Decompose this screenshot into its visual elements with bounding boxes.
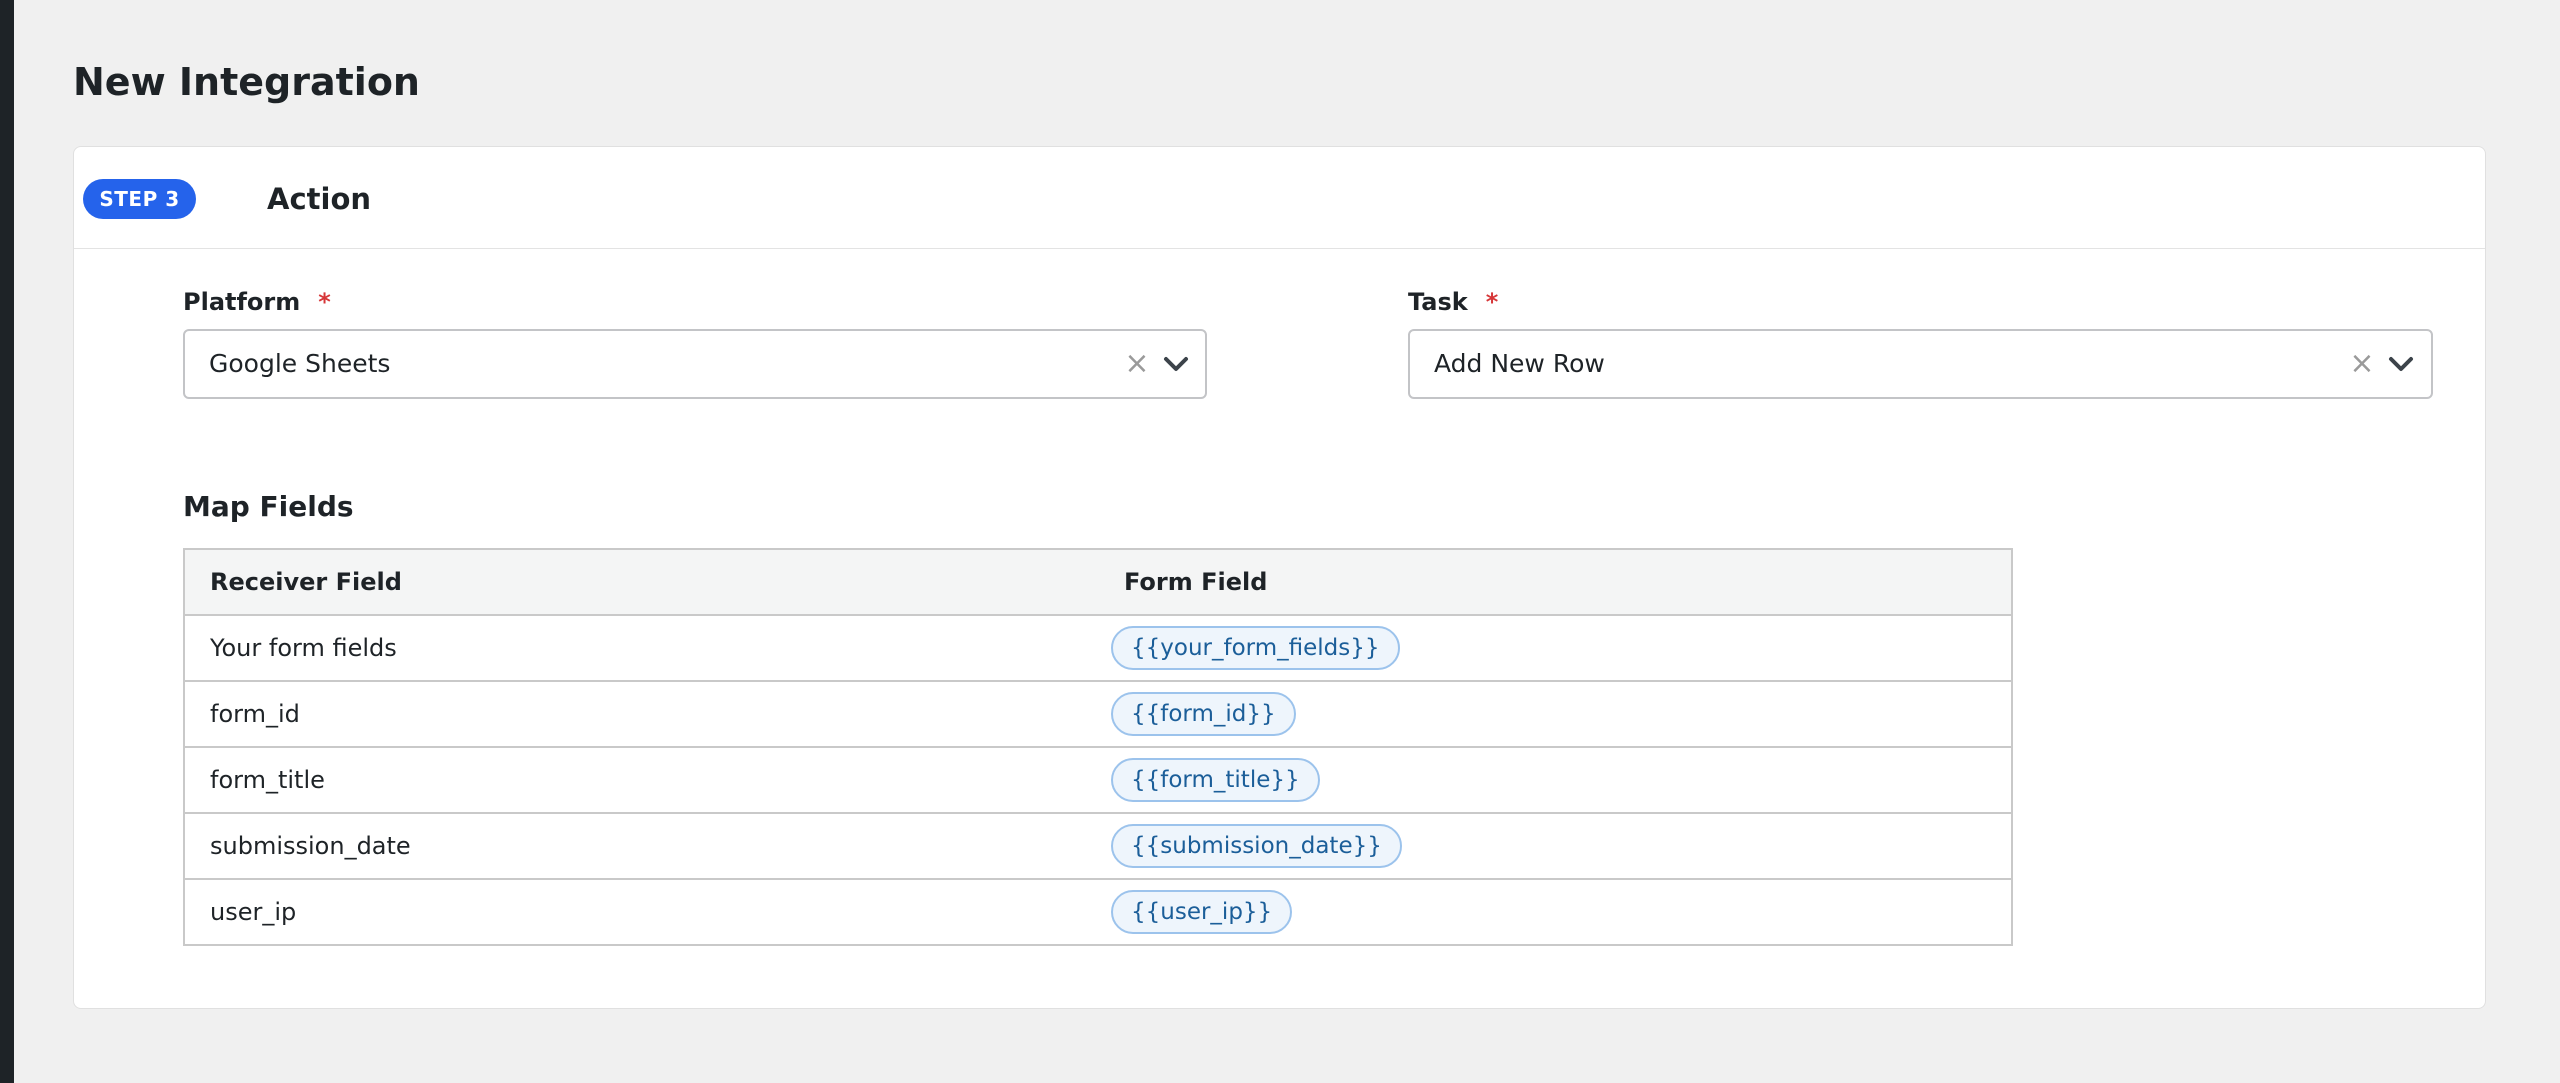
receiver-field-cell: submission_date	[183, 812, 1099, 880]
receiver-field-cell: form_title	[183, 746, 1099, 814]
task-chevron-down-icon[interactable]	[2386, 351, 2416, 377]
table-header-row: Receiver Field Form Field	[183, 548, 2013, 616]
form-field-cell: {{submission_date}}	[1099, 812, 2013, 880]
platform-clear-icon[interactable]: ×	[1121, 347, 1153, 381]
table-row: user_ip {{user_ip}}	[183, 878, 2013, 946]
platform-label: Platform *	[183, 285, 331, 319]
admin-sidebar-edge	[0, 0, 14, 1083]
receiver-field-cell: Your form fields	[183, 614, 1099, 682]
card-header: STEP 3 Action	[74, 147, 2485, 249]
receiver-field-header: Receiver Field	[183, 548, 1099, 616]
receiver-field-cell: form_id	[183, 680, 1099, 748]
platform-required-marker: *	[318, 288, 331, 316]
table-row: form_id {{form_id}}	[183, 680, 2013, 748]
platform-select[interactable]: Google Sheets ×	[183, 329, 1207, 399]
page-title: New Integration	[73, 60, 420, 104]
task-label: Task *	[1408, 285, 1498, 319]
form-field-cell: {{your_form_fields}}	[1099, 614, 2013, 682]
receiver-field-cell: user_ip	[183, 878, 1099, 946]
task-required-marker: *	[1485, 288, 1499, 316]
form-field-tag[interactable]: {{form_id}}	[1111, 692, 1296, 736]
step-badge: STEP 3	[83, 179, 196, 219]
table-row: form_title {{form_title}}	[183, 746, 2013, 814]
task-label-text: Task	[1408, 288, 1468, 316]
map-fields-title: Map Fields	[183, 490, 354, 523]
form-field-tag[interactable]: {{user_ip}}	[1111, 890, 1293, 934]
step-title: Action	[267, 182, 372, 216]
task-select-value: Add New Row	[1434, 349, 1605, 378]
task-clear-icon[interactable]: ×	[2346, 347, 2378, 381]
platform-label-text: Platform	[183, 288, 301, 316]
platform-chevron-down-icon[interactable]	[1161, 351, 1191, 377]
integration-card: STEP 3 Action Platform * Google Sheets × …	[73, 146, 2486, 1009]
form-field-tag[interactable]: {{submission_date}}	[1111, 824, 1402, 868]
form-field-cell: {{form_id}}	[1099, 680, 2013, 748]
form-field-tag[interactable]: {{your_form_fields}}	[1111, 626, 1400, 670]
form-field-cell: {{form_title}}	[1099, 746, 2013, 814]
form-field-header: Form Field	[1099, 548, 2013, 616]
form-field-tag[interactable]: {{form_title}}	[1111, 758, 1320, 802]
platform-select-value: Google Sheets	[209, 349, 391, 378]
table-row: submission_date {{submission_date}}	[183, 812, 2013, 880]
task-select[interactable]: Add New Row ×	[1408, 329, 2433, 399]
map-fields-table: Receiver Field Form Field Your form fiel…	[183, 548, 2013, 946]
table-row: Your form fields {{your_form_fields}}	[183, 614, 2013, 682]
form-field-cell: {{user_ip}}	[1099, 878, 2013, 946]
